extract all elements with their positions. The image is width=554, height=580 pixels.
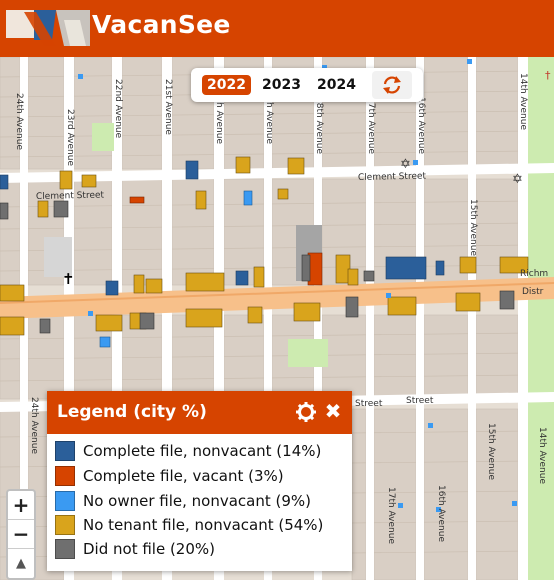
avenue-label-14-s: 14th Avenue — [537, 427, 547, 484]
street-label-south-1: Street — [355, 399, 383, 409]
legend-item-label: Complete file, vacant (3%) — [83, 467, 284, 485]
avenue-label-23-n: 23rd Avenue — [65, 109, 75, 166]
app-title: VacanSee — [92, 10, 231, 39]
avenue-label-17-n: 17th Avenue — [366, 97, 376, 154]
legend-swatch — [55, 491, 75, 511]
avenue-label-21-n: 21st Avenue — [163, 79, 173, 135]
legend-swatch — [55, 515, 75, 535]
vacansee-logo — [6, 10, 90, 46]
avenue-label-14-n: 14th Avenue — [518, 73, 528, 130]
legend-item-label: No tenant file, nonvacant (54%) — [83, 516, 324, 534]
year-button-2023[interactable]: 2023 — [257, 75, 306, 95]
avenue-label-16-s: 16th Avenue — [436, 485, 446, 542]
legend-item-label: Did not file (20%) — [83, 540, 215, 558]
year-button-2024[interactable]: 2024 — [312, 75, 361, 95]
legend-item-label: Complete file, nonvacant (14%) — [83, 442, 322, 460]
legend-header: Legend (city %) ✖ — [47, 391, 352, 434]
avenue-label-16-n: 16th Avenue — [416, 97, 426, 154]
year-selector: 2022 2023 2024 — [191, 68, 423, 102]
legend-panel: Legend (city %) ✖ Complete file, nonvaca… — [47, 391, 352, 571]
zoom-in-button[interactable]: + — [8, 491, 34, 520]
avenue-label-18-n: 18th Avenue — [314, 97, 324, 154]
district-label-2: Distr — [522, 287, 544, 297]
legend-swatch — [55, 466, 75, 486]
zoom-control: + − ▲ — [6, 489, 36, 580]
close-icon[interactable]: ✖ — [323, 400, 343, 422]
legend-title: Legend (city %) — [57, 402, 207, 422]
legend-swatch — [55, 539, 75, 559]
avenue-label-15-s: 15th Avenue — [486, 423, 496, 480]
svg-text:✡: ✡ — [400, 157, 411, 172]
reset-north-button[interactable]: ▲ — [8, 549, 34, 578]
legend-item-label: No owner file, nonvacant (9%) — [83, 492, 312, 510]
avenue-label-24-n: 24th Avenue — [14, 93, 24, 150]
avenue-label-17-s: 17th Avenue — [386, 487, 396, 544]
avenue-label-22-n: 22nd Avenue — [113, 79, 123, 139]
avenue-label-15-n: 15th Avenue — [468, 199, 478, 256]
avenue-label-24-s: 24th Avenue — [29, 397, 39, 454]
svg-text:✡: ✡ — [512, 172, 523, 187]
zoom-out-button[interactable]: − — [8, 520, 34, 549]
street-label-clement-west: Clement Street — [36, 191, 105, 202]
refresh-icon — [383, 76, 401, 94]
svg-text:†: † — [545, 69, 551, 82]
cycle-years-button[interactable] — [372, 71, 412, 99]
gear-icon[interactable] — [295, 401, 317, 423]
app-header: VacanSee — [0, 0, 554, 57]
street-label-south-2: Street — [406, 396, 434, 406]
svg-text:✝: ✝ — [62, 270, 75, 288]
district-label-1: Richm — [520, 269, 548, 279]
year-button-2022[interactable]: 2022 — [202, 75, 251, 95]
park-strip — [528, 57, 554, 580]
legend-swatch — [55, 441, 75, 461]
street-label-clement-east: Clement Street — [358, 172, 427, 183]
